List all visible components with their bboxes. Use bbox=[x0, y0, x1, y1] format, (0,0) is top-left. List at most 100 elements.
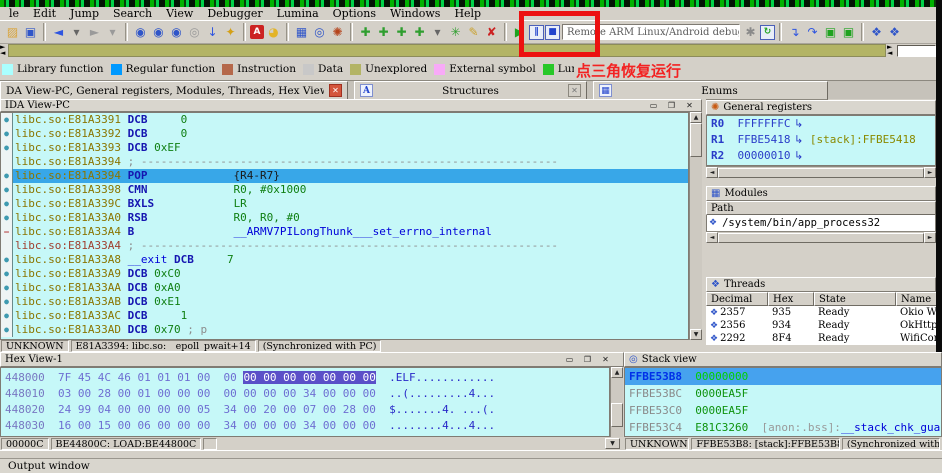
chevron-down-icon[interactable]: ▼ bbox=[605, 438, 620, 449]
desktop-icon[interactable]: ◎ bbox=[311, 24, 328, 41]
hex-scrollbar[interactable]: ▲ bbox=[610, 367, 623, 437]
snowflake-icon[interactable]: ✳ bbox=[447, 24, 464, 41]
run-until-return-icon[interactable]: ▣ bbox=[822, 24, 839, 41]
line-marker-icon[interactable]: ● bbox=[1, 211, 13, 225]
scroll-up-icon[interactable]: ▲ bbox=[690, 112, 702, 123]
colors-icon[interactable]: ◕ bbox=[265, 24, 282, 41]
disassembly-view[interactable]: ● libc.so:E81A3391 DCB 0 ● libc.so:E81A3392… bbox=[0, 112, 689, 340]
line-marker-icon[interactable]: ● bbox=[1, 323, 13, 337]
breakpoint-list-icon[interactable]: ❖ bbox=[868, 24, 885, 41]
nav-back-caret-icon[interactable]: ▾ bbox=[68, 24, 85, 41]
search-value-icon[interactable]: ◉ bbox=[168, 24, 185, 41]
disassembly-line[interactable]: ● libc.so:E81A3391 DCB 0 bbox=[1, 113, 688, 127]
delete-cross-icon[interactable]: ✘ bbox=[483, 24, 500, 41]
create-string-icon[interactable]: ✚ bbox=[411, 24, 428, 41]
run-until-call-icon[interactable]: ▣ bbox=[840, 24, 857, 41]
disassembly-line[interactable]: ● libc.so:E81A33AD DCB 0x70 ; p bbox=[1, 323, 688, 337]
menu-edit[interactable]: Edit bbox=[26, 7, 63, 20]
disassembly-line[interactable]: ● libc.so:E81A3392 DCB 0 bbox=[1, 127, 688, 141]
line-marker-icon[interactable]: ● bbox=[1, 281, 13, 295]
disassembly-line[interactable]: ● libc.so:E81A339C BXLS LR bbox=[1, 197, 688, 211]
disassembly-line[interactable]: libc.so:E81A33A4 ; ---------------------… bbox=[1, 239, 688, 253]
open-file-icon[interactable]: ▨ bbox=[4, 24, 21, 41]
close-icon[interactable]: ✕ bbox=[568, 84, 581, 97]
stack-row[interactable]: FFBE53BC 0000EA5F bbox=[625, 385, 941, 402]
line-marker-icon[interactable]: ● bbox=[1, 267, 13, 281]
menu-jump[interactable]: Jump bbox=[63, 7, 106, 20]
menu-view[interactable]: View bbox=[159, 7, 200, 20]
tab-desktop-views[interactable]: DA View-PC, General registers, Modules, … bbox=[0, 81, 348, 100]
disassembly-line[interactable]: ● libc.so:E81A3393 DCB 0xEF bbox=[1, 141, 688, 155]
line-marker-icon[interactable]: ● bbox=[1, 113, 13, 127]
menu-debugger[interactable]: Debugger bbox=[200, 7, 269, 20]
stack-row[interactable]: FFBE53C0 0000EA5F bbox=[625, 402, 941, 419]
disassembly-line[interactable]: ● libc.so:E81A33A8 __exit DCB 7 bbox=[1, 253, 688, 267]
search-memory-icon[interactable]: ◉ bbox=[132, 24, 149, 41]
create-name-icon[interactable]: ✚ bbox=[393, 24, 410, 41]
menu-windows[interactable]: Windows bbox=[383, 7, 447, 20]
thread-row[interactable]: ❖2357935ReadyOkio Watchdog bbox=[706, 306, 942, 319]
disassembly-line[interactable]: – libc.so:E81A33A4 B __ARMV7PILongThunk__… bbox=[1, 225, 688, 239]
thread-row[interactable]: ❖2356934ReadyOkHttp Connec bbox=[706, 319, 942, 332]
hex-row[interactable]: 448010 03 00 28 00 01 00 00 00 00 00 00 … bbox=[1, 386, 609, 402]
restore-icon[interactable]: ❐ bbox=[580, 354, 595, 365]
create-string-caret-icon[interactable]: ▾ bbox=[429, 24, 446, 41]
modules-column-header[interactable]: Path bbox=[706, 201, 936, 215]
highlight-icon[interactable]: ✦ bbox=[222, 24, 239, 41]
modules-list[interactable]: ❖/system/bin/app_process32 bbox=[706, 215, 936, 231]
nav-back-icon[interactable]: ◄ bbox=[50, 24, 67, 41]
minimize-icon[interactable]: ▭ bbox=[562, 354, 577, 365]
scroll-left-icon[interactable]: ◄ bbox=[706, 167, 718, 178]
jump-marker-icon[interactable]: – bbox=[1, 225, 13, 239]
module-row[interactable]: ❖/system/bin/app_process32 bbox=[707, 215, 935, 231]
hex-row[interactable]: 448020 24 99 04 00 00 00 00 05 34 00 20 … bbox=[1, 402, 609, 418]
line-marker-icon[interactable]: ● bbox=[1, 183, 13, 197]
scroll-down-icon[interactable]: ▼ bbox=[690, 329, 702, 340]
gutter[interactable] bbox=[1, 155, 13, 169]
restore-icon[interactable]: ❐ bbox=[664, 100, 679, 111]
modules-hscrollbar[interactable]: ◄ ► bbox=[706, 231, 936, 243]
disassembly-line[interactable]: ● libc.so:E81A33A0 RSB R0, R0, #0 bbox=[1, 211, 688, 225]
menu-le[interactable]: le bbox=[2, 7, 26, 20]
line-marker-icon[interactable]: ● bbox=[1, 197, 13, 211]
close-icon[interactable]: ✕ bbox=[329, 84, 342, 97]
search-again-icon[interactable]: ◎ bbox=[186, 24, 203, 41]
threads-column-headers[interactable]: Decimal Hex State Name bbox=[706, 292, 942, 306]
registers-view[interactable]: R0 FFFFFFFC ↳ R1 FFBE5418 ↳ [stack]:FFBE5… bbox=[706, 115, 936, 166]
create-data-icon[interactable]: ✚ bbox=[375, 24, 392, 41]
debugger-bug-icon[interactable]: ✺ bbox=[329, 24, 346, 41]
disassembly-line[interactable]: ● libc.so:E81A33AA DCB 0xA0 bbox=[1, 281, 688, 295]
attach-process-icon[interactable]: ✱ bbox=[742, 24, 759, 41]
line-marker-icon[interactable]: ● bbox=[1, 141, 13, 155]
line-marker-icon[interactable]: ● bbox=[1, 253, 13, 267]
hex-dump-view[interactable]: 448000 7F 45 4C 46 01 01 01 00 00 00 00 … bbox=[0, 367, 610, 437]
save-file-icon[interactable]: ▣ bbox=[22, 24, 39, 41]
step-into-icon[interactable]: ↴ bbox=[786, 24, 803, 41]
navigation-band[interactable] bbox=[8, 44, 886, 57]
navband-address-input[interactable] bbox=[897, 45, 936, 57]
scroll-left-icon[interactable]: ◄ bbox=[706, 232, 718, 243]
scroll-right-icon[interactable]: ► bbox=[924, 232, 936, 243]
register-row-r0[interactable]: R0 FFFFFFFC ↳ bbox=[707, 116, 935, 132]
search-text-icon[interactable]: ◉ bbox=[150, 24, 167, 41]
scroll-up-icon[interactable]: ▲ bbox=[611, 367, 623, 378]
gutter[interactable] bbox=[1, 239, 13, 253]
line-marker-icon[interactable]: ● bbox=[1, 309, 13, 323]
menu-help[interactable]: Help bbox=[447, 7, 488, 20]
register-row-r2[interactable]: R2 00000010 ↳ bbox=[707, 148, 935, 164]
registers-hscrollbar[interactable]: ◄ ► bbox=[706, 166, 936, 178]
close-icon[interactable]: ✕ bbox=[682, 100, 697, 111]
disassembly-line[interactable]: ● libc.so:E81A3394 POP {R4-R7} bbox=[1, 169, 688, 183]
hex-row[interactable]: 448000 7F 45 4C 46 01 01 01 00 00 00 00 … bbox=[1, 370, 609, 386]
disassembly-line[interactable]: ● libc.so:E81A33A9 DCB 0xC0 bbox=[1, 267, 688, 281]
menu-options[interactable]: Options bbox=[326, 7, 383, 20]
disassembly-scrollbar[interactable]: ▲ ▼ bbox=[689, 112, 702, 340]
run-to-cursor-icon[interactable]: ↻ bbox=[760, 24, 775, 40]
disassembly-line[interactable]: libc.so:E81A3394 ; ---------------------… bbox=[1, 155, 688, 169]
stack-view[interactable]: FFBE53B8 00000000 FFBE53BC 0000EA5F FFBE53… bbox=[624, 367, 942, 437]
minimize-icon[interactable]: ▭ bbox=[646, 100, 661, 111]
threads-list[interactable]: ❖2357935ReadyOkio Watchdog❖2356934ReadyO… bbox=[706, 306, 942, 345]
tab-enums[interactable]: ▦ Enums bbox=[593, 81, 828, 100]
disassembly-line[interactable]: ● libc.so:E81A33AC DCB 1 bbox=[1, 309, 688, 323]
disassembly-line[interactable]: ● libc.so:E81A3398 CMN R0, #0x1000 bbox=[1, 183, 688, 197]
